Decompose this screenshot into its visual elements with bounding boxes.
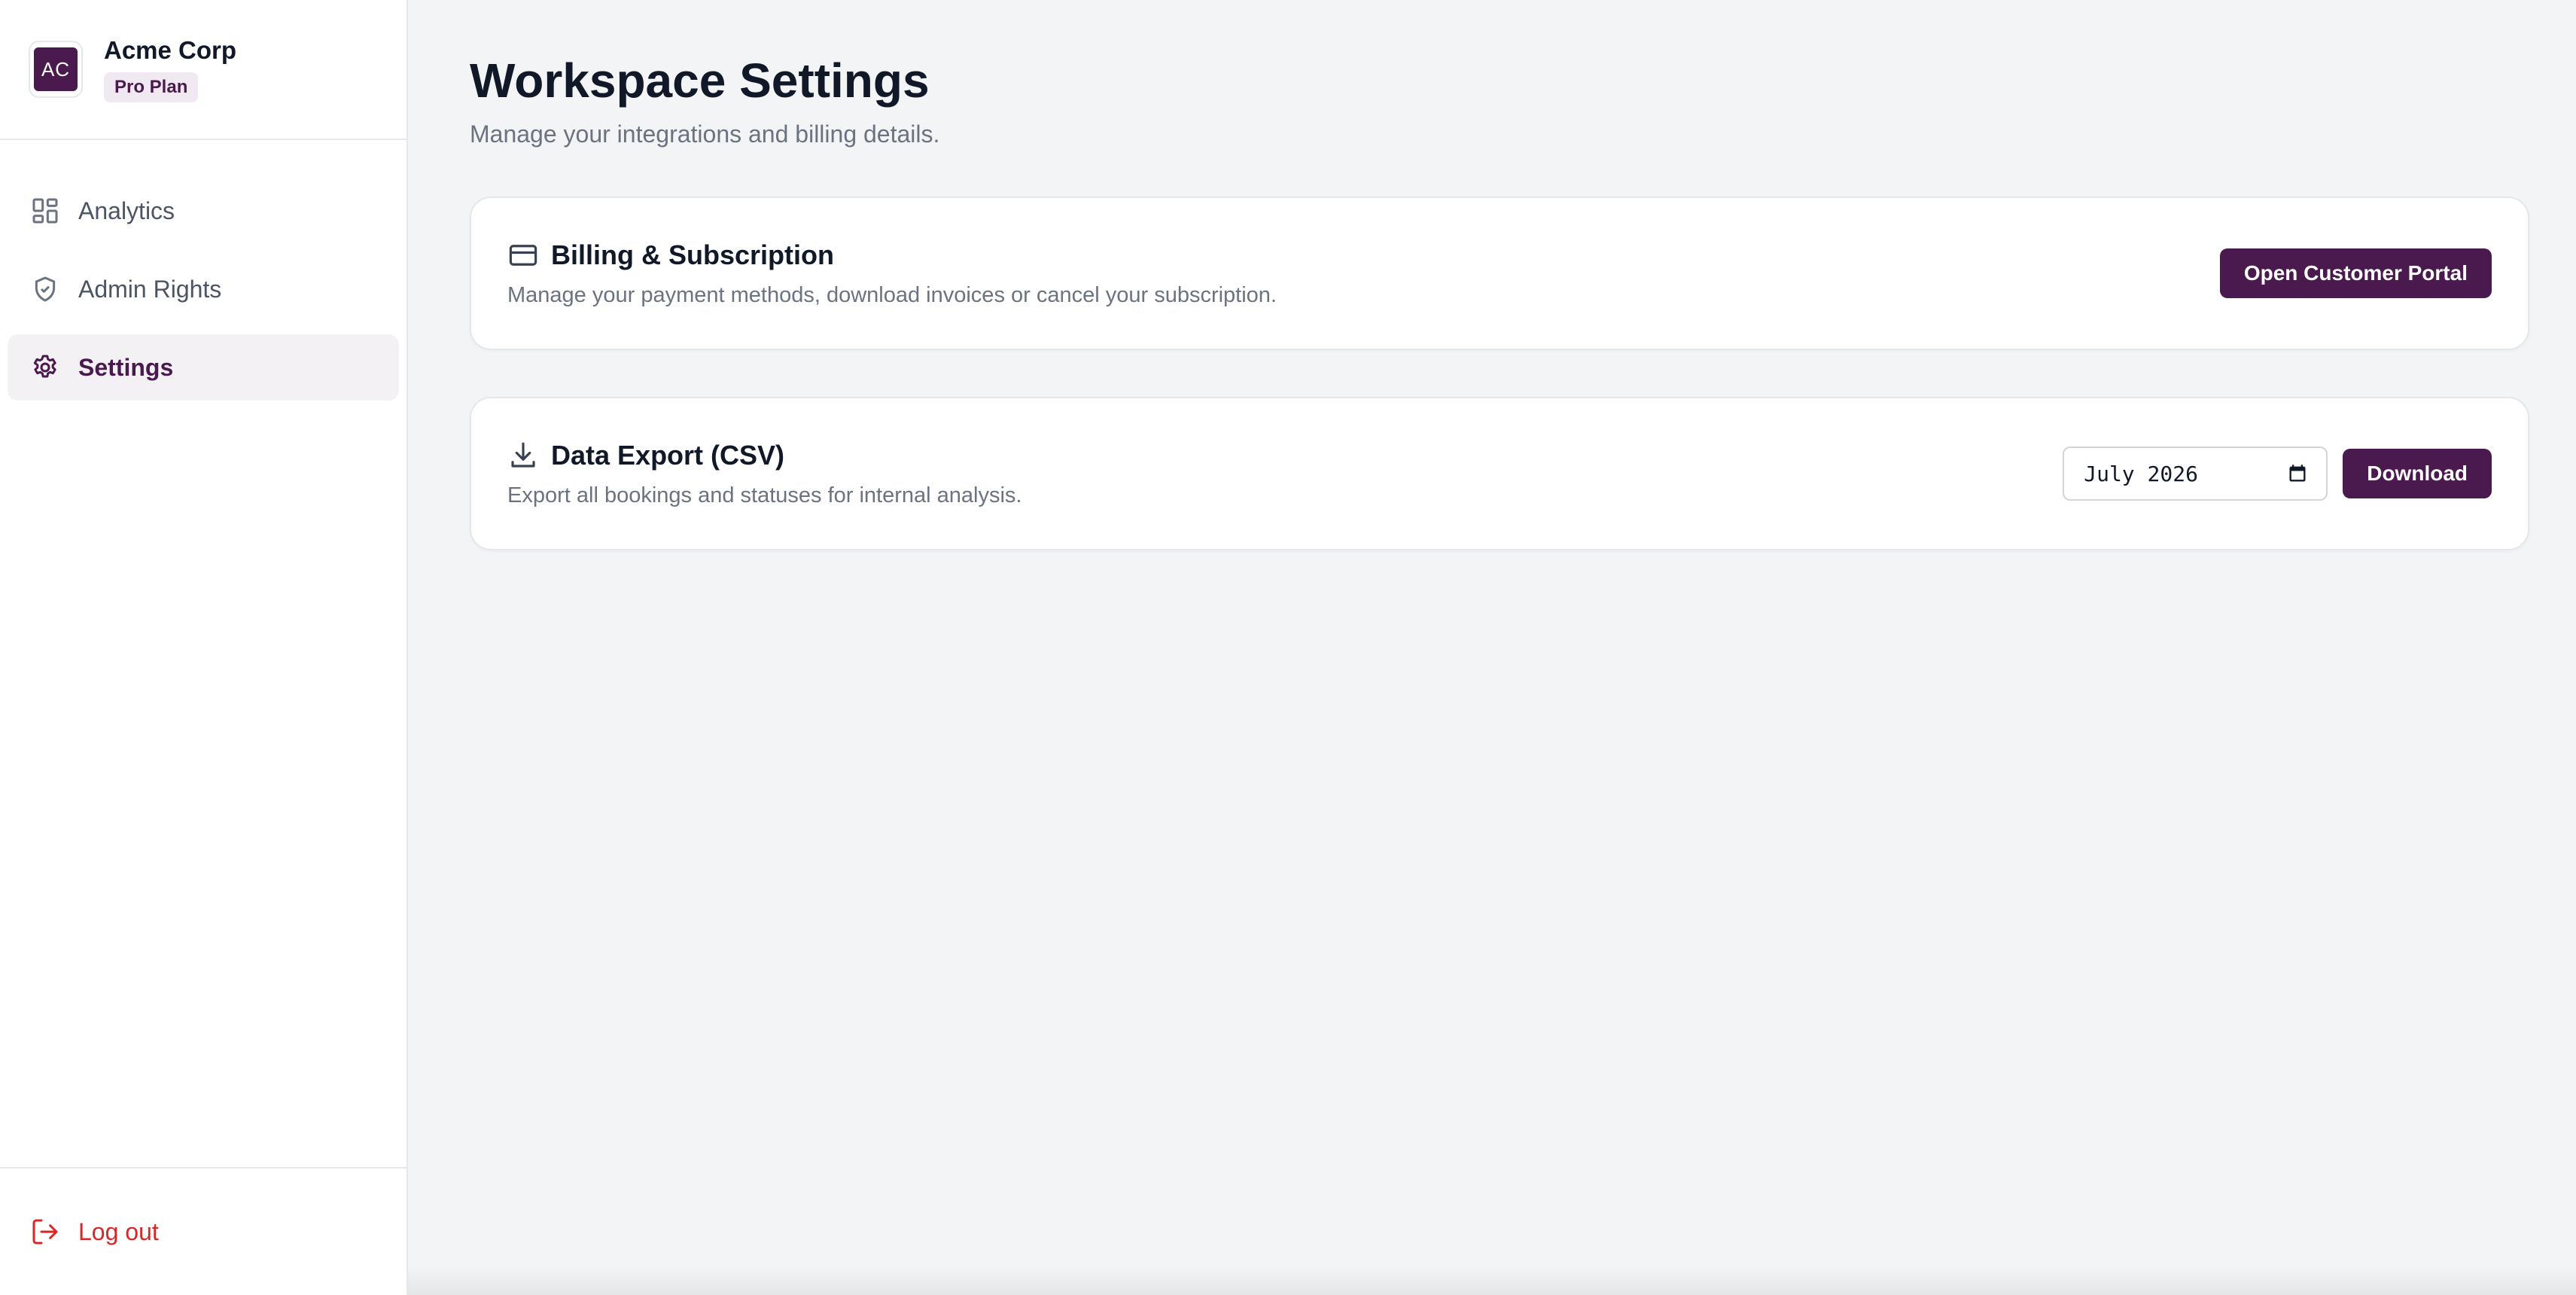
export-month-value: July 2026 xyxy=(2084,461,2198,486)
download-button[interactable]: Download xyxy=(2343,449,2492,498)
sidebar-item-label: Analytics xyxy=(78,197,175,224)
workspace-initials: AC xyxy=(34,47,78,91)
export-month-input[interactable]: July 2026 xyxy=(2063,446,2328,501)
dashboard-grid-icon xyxy=(32,198,58,224)
main-content: Workspace Settings Manage your integrati… xyxy=(470,0,2529,550)
workspace-name: Acme Corp xyxy=(104,36,237,64)
sidebar-item-settings[interactable]: Settings xyxy=(8,334,399,401)
sidebar-item-label: Settings xyxy=(78,353,174,381)
bottom-edge-shadow xyxy=(408,1265,2576,1295)
gear-icon xyxy=(33,355,56,378)
credit-card-icon xyxy=(509,244,537,266)
logout-icon xyxy=(32,1219,58,1245)
download-icon xyxy=(511,442,535,468)
page-subtitle: Manage your integrations and billing det… xyxy=(470,120,940,148)
open-customer-portal-button[interactable]: Open Customer Portal xyxy=(2219,248,2492,298)
logout-button[interactable]: Log out xyxy=(0,1167,406,1295)
logout-label: Log out xyxy=(78,1217,159,1245)
data-export-card: Data Export (CSV) Export all bookings an… xyxy=(470,397,2529,550)
sidebar-item-label: Admin Rights xyxy=(78,275,222,303)
workspace-logo: AC xyxy=(29,41,83,98)
billing-card: Billing & Subscription Manage your payme… xyxy=(470,197,2529,350)
sidebar-nav: Analytics Admin Rights Settings xyxy=(0,140,406,401)
plan-badge: Pro Plan xyxy=(104,72,199,102)
calendar-icon[interactable] xyxy=(2287,463,2308,484)
sidebar-item-analytics[interactable]: Analytics xyxy=(8,178,399,244)
sidebar-item-admin-rights[interactable]: Admin Rights xyxy=(8,256,399,322)
export-description: Export all bookings and statuses for int… xyxy=(507,483,1022,507)
sidebar: AC Acme Corp Pro Plan Analytics Admin Ri… xyxy=(0,0,408,1295)
workspace-header[interactable]: AC Acme Corp Pro Plan xyxy=(0,0,406,140)
billing-title: Billing & Subscription xyxy=(551,239,834,270)
page-title: Workspace Settings xyxy=(470,53,930,108)
billing-description: Manage your payment methods, download in… xyxy=(507,282,1277,307)
shield-check-icon xyxy=(35,276,56,302)
export-title: Data Export (CSV) xyxy=(551,439,785,471)
